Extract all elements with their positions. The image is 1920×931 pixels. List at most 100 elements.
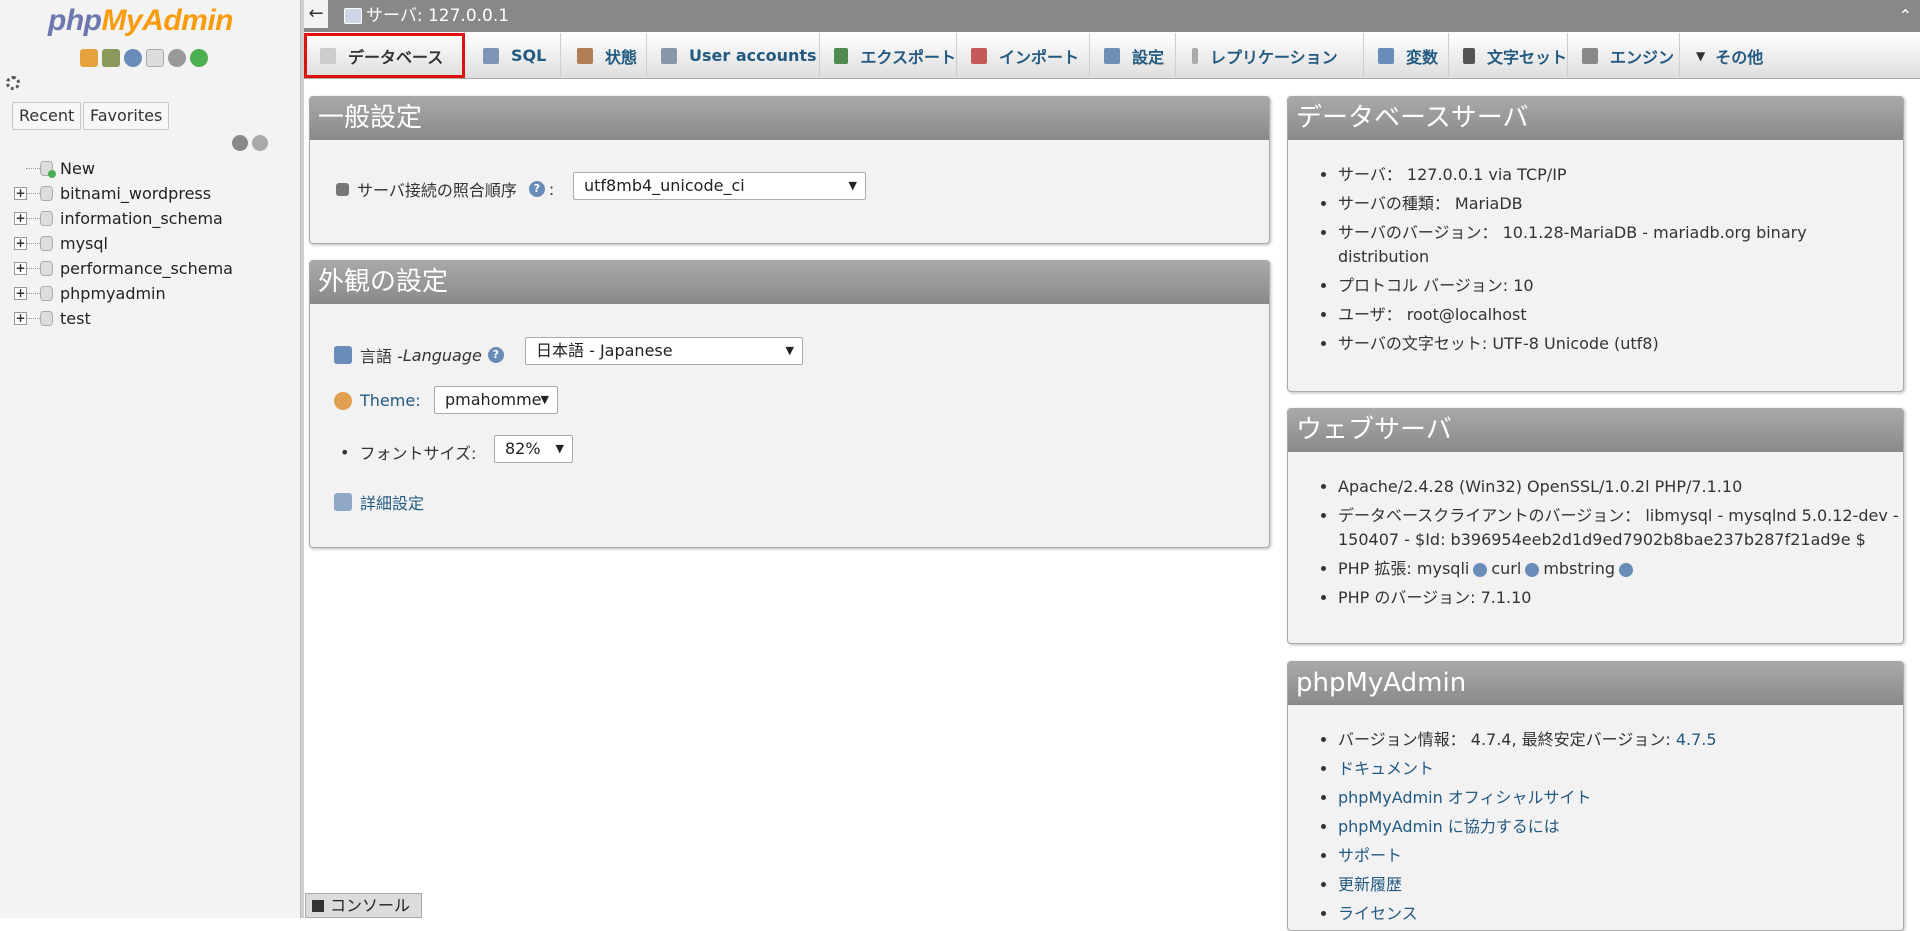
nav-icon-toolbar — [80, 49, 208, 67]
tree-item-phpmyadmin[interactable]: + phpmyadmin — [14, 281, 233, 306]
fontsize-select[interactable]: 82% ▼ — [494, 435, 573, 463]
tab-charset[interactable]: 文字セット — [1449, 33, 1568, 78]
tab-engines[interactable]: エンジン — [1568, 33, 1680, 78]
latest-version-link[interactable]: 4.7.5 — [1676, 730, 1717, 749]
bullet: • — [340, 442, 350, 462]
sql-icon — [483, 47, 499, 64]
tab-variables[interactable]: 変数 — [1364, 33, 1449, 78]
tab-sql[interactable]: SQL — [465, 33, 561, 78]
chevron-down-icon: ▼ — [555, 442, 564, 455]
help-icon[interactable]: ? — [487, 347, 504, 363]
reload-icon[interactable] — [190, 49, 208, 67]
list-item: サーバ： 127.0.0.1 via TCP/IP — [1338, 163, 1898, 187]
web-server-panel: ウェブサーバ Apache/2.4.28 (Win32) OpenSSL/1.0… — [1287, 408, 1904, 644]
contribute-link[interactable]: phpMyAdmin に協力するには — [1338, 817, 1560, 836]
theme-select[interactable]: pmahomme ▼ — [434, 386, 558, 414]
tab-status[interactable]: 状態 — [561, 33, 647, 78]
replication-icon — [1192, 47, 1198, 64]
list-item: サーバの文字セット: UTF-8 Unicode (utf8) — [1338, 332, 1898, 356]
docs-icon[interactable] — [146, 49, 164, 67]
tab-replication[interactable]: レプリケーション — [1176, 33, 1364, 78]
tree-item-new[interactable]: New — [14, 156, 233, 181]
advanced-row: 詳細設定 — [334, 490, 424, 514]
tree-item-test[interactable]: + test — [14, 306, 233, 331]
documentation-link[interactable]: ドキュメント — [1338, 759, 1434, 778]
logout-icon[interactable] — [102, 49, 120, 67]
export-icon — [834, 47, 849, 64]
panel-title: 一般設定 — [310, 97, 1269, 140]
advanced-settings-link[interactable]: 詳細設定 — [360, 490, 424, 514]
tab-export[interactable]: エクスポート — [820, 33, 957, 78]
help-icon[interactable] — [124, 49, 142, 67]
panel-title: phpMyAdmin — [1288, 662, 1903, 705]
server-icon — [344, 8, 362, 24]
list-item: 更新履歴 — [1338, 873, 1898, 897]
console-toggle[interactable]: コンソール — [305, 893, 422, 918]
gear-icon[interactable] — [168, 49, 186, 67]
language-select[interactable]: 日本語 - Japanese ▼ — [525, 337, 803, 365]
list-item: Apache/2.4.28 (Win32) OpenSSL/1.0.2l PHP… — [1338, 475, 1903, 499]
collapse-header-icon[interactable]: ⌃ — [1899, 0, 1912, 32]
tree-item-bitnami-wordpress[interactable]: + bitnami_wordpress — [14, 181, 233, 206]
list-item: ライセンス — [1338, 902, 1898, 926]
list-item: ドキュメント — [1338, 757, 1898, 781]
new-database-icon — [40, 161, 56, 178]
chevron-down-icon: ▼ — [785, 344, 794, 357]
help-icon[interactable] — [1473, 562, 1488, 577]
home-icon[interactable] — [80, 49, 98, 67]
database-server-info: サーバ： 127.0.0.1 via TCP/IP サーバの種類： MariaD… — [1288, 163, 1898, 361]
language-icon — [334, 346, 352, 364]
nav-resize-handle[interactable] — [300, 0, 304, 918]
database-icon — [40, 286, 53, 301]
collation-icon — [336, 182, 349, 196]
support-link[interactable]: サポート — [1338, 846, 1402, 865]
chevron-down-icon: ▼ — [540, 393, 549, 406]
help-icon[interactable] — [1618, 562, 1633, 577]
web-server-info: Apache/2.4.28 (Win32) OpenSSL/1.0.2l PHP… — [1288, 475, 1903, 615]
list-item: プロトコル バージョン: 10 — [1338, 274, 1898, 298]
recent-button[interactable]: Recent — [12, 102, 82, 130]
engine-icon — [1582, 47, 1598, 64]
import-icon — [971, 47, 987, 64]
tree-item-performance-schema[interactable]: + performance_schema — [14, 256, 233, 281]
main-menu: データベース SQL 状態 User accounts エクスポート インポート… — [304, 33, 1920, 79]
tab-settings[interactable]: 設定 — [1090, 33, 1176, 78]
license-link[interactable]: ライセンス — [1338, 904, 1418, 923]
phpmyadmin-info: バージョン情報： 4.7.4, 最終安定バージョン: 4.7.5 ドキュメント … — [1288, 728, 1898, 930]
tree-item-mysql[interactable]: + mysql — [14, 231, 233, 256]
changelog-link[interactable]: 更新履歴 — [1338, 875, 1402, 894]
wrench-icon — [334, 493, 352, 511]
chevron-down-icon: ▼ — [848, 179, 857, 192]
panel-title: ウェブサーバ — [1288, 409, 1903, 452]
back-arrow-icon[interactable]: ← — [304, 0, 328, 28]
list-item: サーバの種類： MariaDB — [1338, 192, 1898, 216]
phpmyadmin-logo[interactable]: phpMyAdmin — [48, 4, 233, 38]
list-item: サポート — [1338, 844, 1898, 868]
users-icon — [661, 47, 677, 64]
server-breadcrumb-bar: ← サーバ: 127.0.0.1 ⌃ — [304, 0, 1920, 32]
list-item: PHP のバージョン: 7.1.10 — [1338, 586, 1903, 610]
server-breadcrumb[interactable]: サーバ: 127.0.0.1 — [366, 0, 509, 32]
official-site-link[interactable]: phpMyAdmin オフィシャルサイト — [1338, 788, 1592, 807]
fontsize-row: • フォントサイズ: — [340, 442, 477, 464]
database-icon — [40, 261, 53, 276]
list-item: サーバのバージョン： 10.1.28-MariaDB - mariadb.org… — [1338, 221, 1898, 269]
tab-databases[interactable]: データベース — [304, 33, 465, 78]
tab-user-accounts[interactable]: User accounts — [647, 33, 820, 78]
tree-item-information-schema[interactable]: + information_schema — [14, 206, 233, 231]
link-icon[interactable] — [252, 135, 268, 151]
theme-link[interactable]: Theme: — [360, 391, 421, 410]
tab-import[interactable]: インポート — [957, 33, 1090, 78]
collapse-all-icon[interactable] — [232, 135, 248, 151]
tab-more[interactable]: ▼ その他 — [1680, 33, 1786, 78]
tree-line — [26, 168, 40, 169]
general-settings-panel: 一般設定 サーバ接続の照合順序 ?: utf8mb4_unicode_ci ▼ — [309, 96, 1270, 244]
collation-row: サーバ接続の照合順序 ?: — [336, 177, 554, 201]
database-icon — [320, 47, 336, 64]
phpmyadmin-info-panel: phpMyAdmin バージョン情報： 4.7.4, 最終安定バージョン: 4.… — [1287, 661, 1904, 931]
collation-select[interactable]: utf8mb4_unicode_ci ▼ — [573, 172, 866, 200]
wrench-icon — [1104, 47, 1120, 64]
help-icon[interactable] — [1525, 562, 1540, 577]
help-icon[interactable]: ? — [528, 181, 545, 197]
favorites-button[interactable]: Favorites — [83, 102, 170, 130]
